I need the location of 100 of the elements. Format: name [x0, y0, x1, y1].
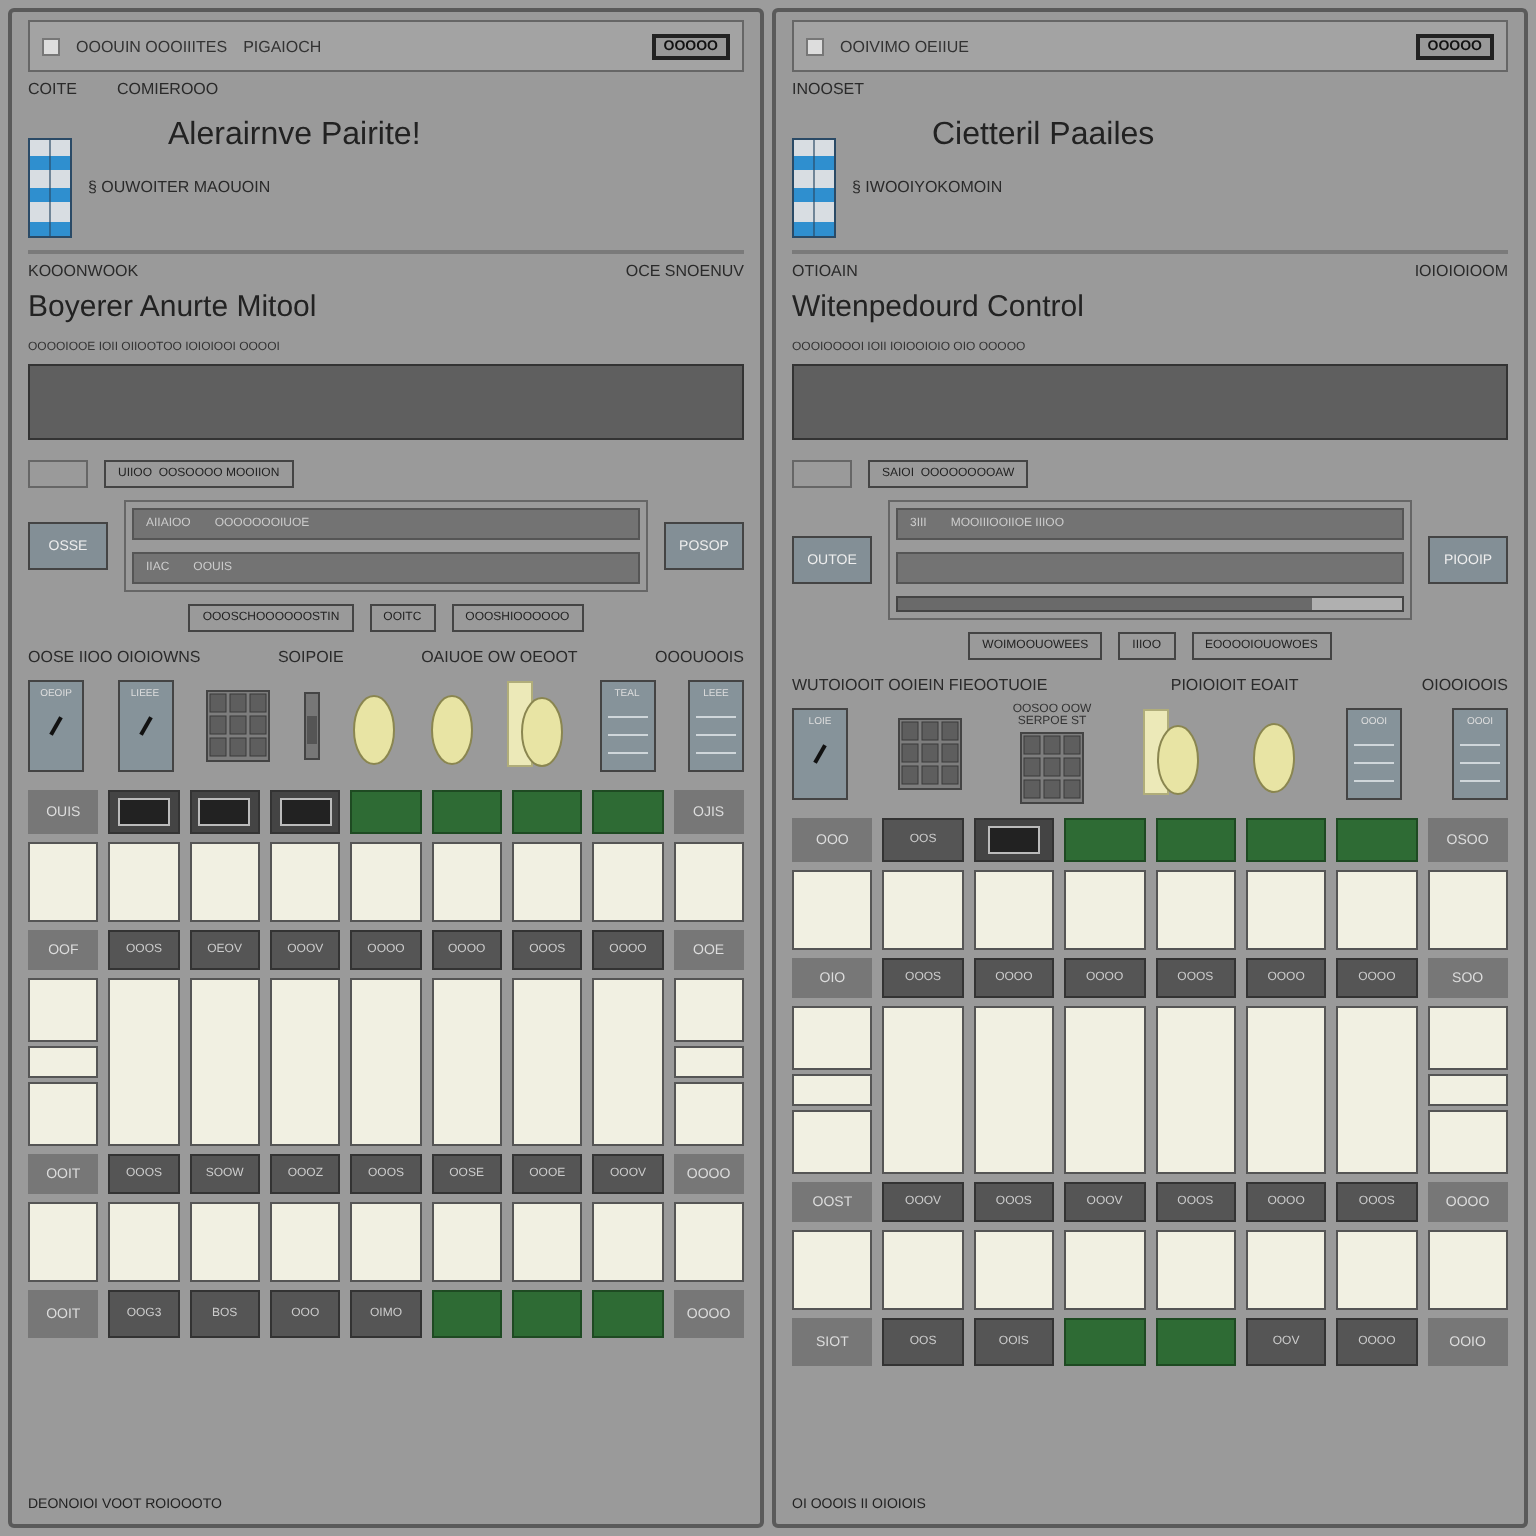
section-label: OTIOAIN — [792, 262, 858, 280]
pad-button[interactable] — [673, 978, 744, 1042]
pad-button[interactable] — [882, 1230, 964, 1310]
pad-button[interactable] — [792, 870, 873, 950]
pad-button[interactable] — [1064, 1230, 1145, 1310]
pad-button[interactable] — [269, 978, 341, 1146]
pad-button[interactable] — [1155, 1006, 1236, 1174]
group-label: OOOUOOIS — [655, 648, 744, 666]
key-button[interactable] — [511, 790, 583, 834]
screen-key[interactable] — [108, 790, 180, 834]
screen-key[interactable] — [189, 790, 260, 834]
pad-button[interactable] — [350, 978, 422, 1146]
pad-button[interactable] — [511, 1202, 583, 1282]
empty-box — [28, 460, 88, 488]
pad-button[interactable] — [28, 1082, 99, 1146]
pad-button[interactable] — [882, 1006, 964, 1174]
pad-button[interactable] — [592, 842, 664, 922]
window-subtitle: PIGAIOCH — [243, 37, 322, 55]
empty-input-field[interactable] — [896, 552, 1404, 584]
group-label: PIOIOIOIT EOAIT — [1170, 676, 1299, 694]
pad-button[interactable] — [1155, 1230, 1236, 1310]
pad-button[interactable] — [431, 978, 502, 1146]
pad-button[interactable] — [28, 978, 99, 1042]
pad-button[interactable] — [28, 1202, 99, 1282]
pad-button[interactable] — [189, 842, 260, 922]
header-label: COMIEROOO — [116, 80, 219, 98]
pad-button[interactable] — [1064, 1006, 1145, 1174]
pad-button[interactable] — [1336, 870, 1418, 950]
pad-button[interactable] — [592, 1202, 664, 1282]
key-button[interactable] — [511, 1290, 583, 1338]
pad-button[interactable] — [673, 1045, 744, 1079]
pad-button[interactable] — [1245, 1006, 1327, 1174]
pad-button[interactable] — [1427, 1006, 1508, 1070]
pad-button[interactable] — [792, 1006, 873, 1070]
table-icon — [792, 138, 836, 238]
pad-button[interactable] — [1336, 1006, 1418, 1174]
window-icon — [806, 37, 824, 55]
pad-button[interactable] — [673, 842, 744, 922]
key-button[interactable] — [1245, 818, 1327, 862]
pad-button[interactable] — [973, 1006, 1055, 1174]
pad-button[interactable] — [673, 1202, 744, 1282]
pad-button[interactable] — [792, 1073, 873, 1107]
group-label: SOIPOIE — [277, 648, 344, 666]
pad-button[interactable] — [511, 978, 583, 1146]
screen-key[interactable] — [973, 818, 1055, 862]
pad-button[interactable] — [592, 978, 664, 1146]
pad-button[interactable] — [1427, 1230, 1508, 1310]
pad-button[interactable] — [269, 1202, 341, 1282]
table-icon — [28, 138, 72, 238]
knob-icon[interactable] — [506, 680, 566, 772]
pad-button[interactable] — [431, 1202, 502, 1282]
pad-button[interactable] — [1427, 1073, 1508, 1107]
section-label: OCE SNOENUV — [625, 262, 744, 280]
pad-button[interactable] — [511, 842, 583, 922]
pad-button[interactable] — [1245, 1230, 1327, 1310]
pad-button[interactable] — [350, 1202, 422, 1282]
pad-button[interactable] — [108, 1202, 180, 1282]
window-title: OOIVIMO OEIIUE — [840, 37, 969, 55]
pad-button[interactable] — [269, 842, 341, 922]
header-label: INOOSET — [792, 80, 865, 98]
slider[interactable] — [896, 596, 1404, 612]
pad-button[interactable] — [189, 978, 260, 1146]
pad-button[interactable] — [792, 1230, 873, 1310]
knob-icon[interactable] — [1142, 708, 1202, 800]
pad-button[interactable] — [28, 842, 99, 922]
pad-button[interactable] — [882, 870, 964, 950]
pad-button[interactable] — [1155, 870, 1236, 950]
pad-button[interactable] — [1336, 1230, 1418, 1310]
pad-button[interactable] — [28, 1045, 99, 1079]
pad-button[interactable] — [108, 842, 180, 922]
section-label: IOIOIOIOOM — [1414, 262, 1508, 280]
pad-button[interactable] — [431, 842, 502, 922]
pad-button[interactable] — [973, 870, 1055, 950]
pad-button[interactable] — [350, 842, 422, 922]
header-label: COITE — [28, 80, 77, 98]
pad-button[interactable] — [1427, 1110, 1508, 1174]
section-heading: Witenpedourd Control — [792, 290, 1086, 324]
group-label: WUTOIOOIT OOIEIN FIEOOTUOIE — [792, 676, 1048, 694]
group-label: OIOOIOOIS — [1421, 676, 1508, 694]
window-icon — [42, 37, 60, 55]
pad-button[interactable] — [673, 1082, 744, 1146]
pad-button[interactable] — [1427, 870, 1508, 950]
panel-subtitle: § OUWOITER MAOUOIN — [88, 178, 273, 196]
pad-button[interactable] — [108, 978, 180, 1146]
section-heading: Boyerer Anurte Mitool — [28, 290, 319, 324]
pad-button[interactable] — [1064, 870, 1145, 950]
pad-button[interactable] — [189, 1202, 260, 1282]
panel-subtitle: § IWOOIYOKOMOIN — [852, 178, 1005, 196]
section-label: KOOONWOOK — [28, 262, 139, 280]
screen-key[interactable] — [269, 790, 341, 834]
panel-heading: Alerairnve Pairite! — [168, 118, 421, 154]
pad-button[interactable] — [1245, 870, 1327, 950]
panel-heading: Cietteril Paailes — [932, 118, 1155, 154]
group-label: OOSE IIOO OIOIOWNS — [28, 648, 201, 666]
group-label: OAIUOE OW OEOOT — [421, 648, 578, 666]
toggle-switch-icon[interactable] — [303, 692, 319, 760]
window-title: OOOUIN OOOIIITES — [76, 37, 228, 55]
empty-box — [792, 460, 852, 488]
pad-button[interactable] — [973, 1230, 1055, 1310]
pad-button[interactable] — [792, 1110, 873, 1174]
